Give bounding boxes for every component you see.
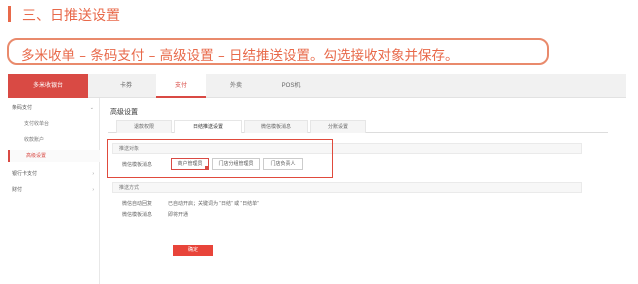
tab-daily-push[interactable]: 日结推送设置 bbox=[174, 120, 242, 133]
instruction-banner: 多米收单 – 条码支付 – 高级设置 – 日结推送设置。勾选接收对象并保存。 bbox=[7, 38, 549, 65]
brand-logo[interactable]: 多米收银台 bbox=[8, 74, 88, 98]
tab-refund-permission[interactable]: 退款权限 bbox=[116, 120, 172, 133]
confirm-button[interactable]: 确定 bbox=[173, 245, 213, 256]
sidebar-item-checkout[interactable]: 支付收单台 bbox=[8, 118, 100, 130]
sidebar-item-label: 财付 bbox=[12, 187, 23, 193]
tab-split-settings[interactable]: 分账设置 bbox=[310, 120, 366, 133]
tutorial-page: 三、日推送设置 多米收单 – 条码支付 – 高级设置 – 日结推送设置。勾选接收… bbox=[0, 0, 638, 284]
page-title: 高级设置 bbox=[110, 109, 138, 116]
sidebar-item-finance[interactable]: 财付 › bbox=[8, 184, 100, 196]
sidebar: 条码支付 ⌄ 支付收单台 收款账户 高级设置 银行卡支付 › 财付 › bbox=[8, 98, 100, 284]
sidebar-item-bank-card[interactable]: 银行卡支付 › bbox=[8, 168, 100, 180]
push-method-value-autoreply: 已自动开启；关键词为 “日结” 或 “日结单” bbox=[168, 201, 259, 207]
settings-tabs: 退款权限 日结推送设置 微信模板消息 分账设置 bbox=[108, 120, 608, 133]
top-nav-coupons[interactable]: 卡券 bbox=[106, 74, 146, 98]
sidebar-item-label: 收款账户 bbox=[24, 137, 45, 143]
push-method-value-template: 即将开通 bbox=[168, 212, 189, 218]
sidebar-item-advanced-settings[interactable]: 高级设置 bbox=[8, 150, 100, 162]
push-method-header: 推送方式 bbox=[112, 182, 582, 193]
push-method-label-autoreply: 微信自动回复 bbox=[122, 201, 153, 207]
instruction-text: 多米收单 – 条码支付 – 高级设置 – 日结推送设置。勾选接收对象并保存。 bbox=[21, 48, 459, 64]
chevron-down-icon: ⌄ bbox=[89, 105, 94, 111]
heading-accent-bar bbox=[8, 6, 11, 22]
top-nav-pos[interactable]: POS机 bbox=[266, 74, 316, 98]
tab-wechat-template[interactable]: 微信模板消息 bbox=[244, 120, 308, 133]
sidebar-item-label: 高级设置 bbox=[26, 153, 47, 159]
sidebar-item-label: 支付收单台 bbox=[24, 121, 50, 127]
sidebar-item-label: 条码支付 bbox=[12, 105, 33, 111]
top-nav-bar: 多米收银台 卡券 支付 外卖 POS机 bbox=[8, 74, 626, 98]
app-screenshot: 多米收银台 卡券 支付 外卖 POS机 条码支付 ⌄ 支付收单台 收款账户 高级… bbox=[8, 74, 626, 284]
top-nav-payment[interactable]: 支付 bbox=[156, 74, 206, 98]
top-nav-takeout[interactable]: 外卖 bbox=[216, 74, 256, 98]
chevron-right-icon: › bbox=[92, 187, 94, 193]
sidebar-item-label: 银行卡支付 bbox=[12, 171, 38, 177]
sidebar-item-accounts[interactable]: 收款账户 bbox=[8, 134, 100, 146]
push-target-highlight bbox=[107, 139, 333, 178]
section-title: 三、日推送设置 bbox=[22, 8, 120, 24]
sidebar-item-barcode-pay[interactable]: 条码支付 ⌄ bbox=[8, 102, 100, 114]
chevron-right-icon: › bbox=[92, 171, 94, 177]
push-method-label-template: 微信模板消息 bbox=[122, 212, 153, 218]
